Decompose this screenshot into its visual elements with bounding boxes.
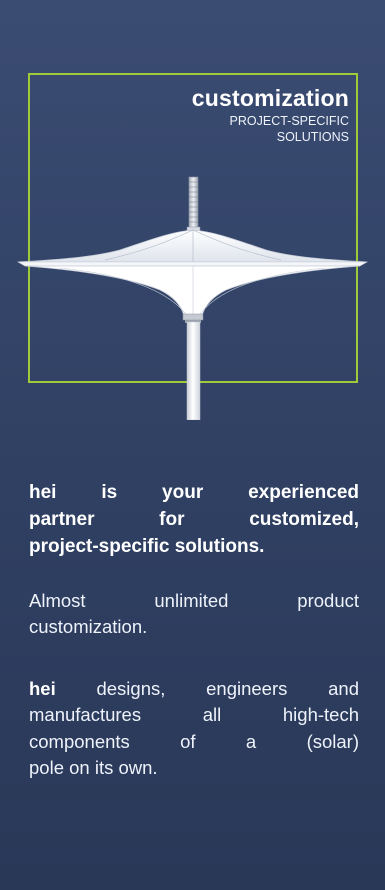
- design-line-1: hei designs, engineers and: [29, 676, 359, 702]
- customization-line-1: Almost unlimited product: [29, 590, 359, 611]
- design-line-1-rest: designs, engineers and: [55, 678, 359, 699]
- brand-name: hei: [29, 678, 56, 699]
- design-line-4: pole on its own.: [29, 756, 158, 778]
- hero-subtitle-line2: SOLUTIONS: [276, 129, 349, 144]
- intro-line-3: project-specific solutions.: [29, 535, 265, 557]
- intro-text: hei is your experienced partner for cust…: [29, 480, 359, 561]
- design-line-3: components of a (solar): [29, 730, 359, 752]
- customization-line-2: customization.: [29, 616, 148, 638]
- page: customization PROJECT-SPECIFIC SOLUTIONS: [0, 0, 385, 890]
- hero-heading: customization PROJECT-SPECIFIC SOLUTIONS: [109, 86, 349, 145]
- intro-line-2: partner for customized,: [29, 508, 359, 530]
- design-line-2: manufactures all high-tech: [29, 704, 359, 726]
- solar-umbrella-pole-icon: [16, 176, 369, 420]
- hero-subtitle-line1: PROJECT-SPECIFIC: [229, 114, 349, 129]
- intro-line-1: hei is your experienced: [29, 482, 359, 503]
- customization-paragraph: Almost unlimited product customization.: [29, 588, 359, 641]
- hero-title: customization: [191, 85, 349, 111]
- design-paragraph: hei designs, engineers and manufactures …: [29, 676, 359, 781]
